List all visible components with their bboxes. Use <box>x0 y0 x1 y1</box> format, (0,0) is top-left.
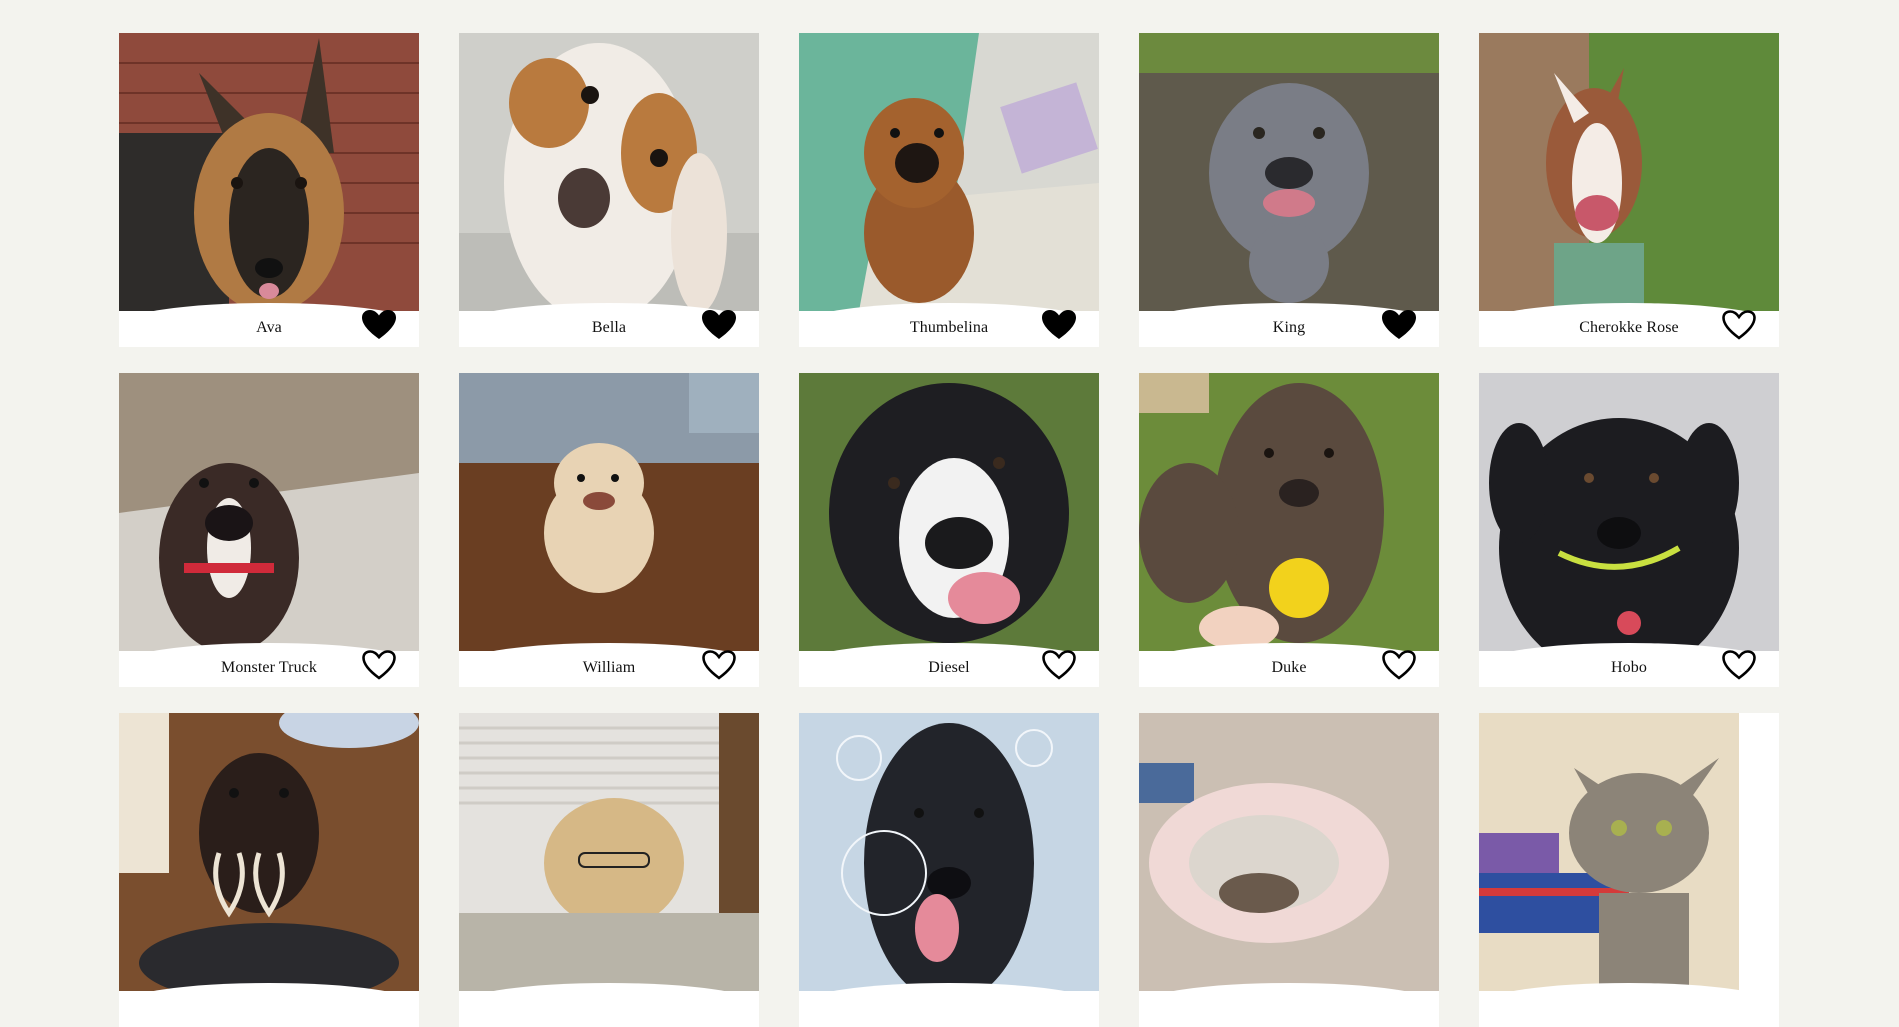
pet-caption: Thumbelina <box>799 303 1099 347</box>
pet-photo-image <box>459 713 759 991</box>
pet-card[interactable] <box>119 713 419 1027</box>
pet-photo-image <box>1479 713 1779 991</box>
pet-photo-image <box>1139 713 1439 991</box>
pet-photo-image <box>459 373 759 651</box>
favorite-heart-icon[interactable] <box>361 309 397 341</box>
favorite-heart-icon[interactable] <box>1381 309 1417 341</box>
pet-card[interactable]: Thumbelina <box>799 33 1099 347</box>
pet-photo-image <box>1479 373 1779 651</box>
pet-photo[interactable] <box>799 33 1099 311</box>
pet-photo[interactable] <box>459 33 759 311</box>
pet-card[interactable]: William <box>459 373 759 687</box>
pet-caption: Hobo <box>1479 643 1779 687</box>
favorite-heart-outline-icon[interactable] <box>1721 309 1757 341</box>
pet-caption: Cherokke Rose <box>1479 303 1779 347</box>
pet-card[interactable]: Cherokke Rose <box>1479 33 1779 347</box>
pet-photo[interactable] <box>799 713 1099 991</box>
pet-caption: Ava <box>119 303 419 347</box>
pet-photo-image <box>119 713 419 991</box>
pet-photo[interactable] <box>1479 33 1779 311</box>
pet-card[interactable] <box>799 713 1099 1027</box>
pet-caption: Duke <box>1139 643 1439 687</box>
pet-caption <box>799 983 1099 1027</box>
pet-grid: Ava Bella Thumbelina King Cherokke Rose … <box>0 0 1899 1027</box>
pet-photo[interactable] <box>1139 373 1439 651</box>
pet-caption <box>1479 983 1779 1027</box>
pet-card[interactable]: Monster Truck <box>119 373 419 687</box>
favorite-heart-outline-icon[interactable] <box>1721 649 1757 681</box>
pet-caption: King <box>1139 303 1439 347</box>
pet-caption <box>119 983 419 1027</box>
pet-photo-image <box>119 33 419 311</box>
pet-photo-image <box>459 33 759 311</box>
pet-caption <box>459 983 759 1027</box>
pet-card[interactable]: Ava <box>119 33 419 347</box>
pet-caption <box>1139 983 1439 1027</box>
favorite-heart-outline-icon[interactable] <box>361 649 397 681</box>
pet-caption: Bella <box>459 303 759 347</box>
pet-photo-image <box>1479 33 1779 311</box>
favorite-heart-outline-icon[interactable] <box>1381 649 1417 681</box>
pet-card[interactable] <box>459 713 759 1027</box>
pet-photo[interactable] <box>459 373 759 651</box>
pet-photo[interactable] <box>799 373 1099 651</box>
pet-card[interactable]: Bella <box>459 33 759 347</box>
pet-caption: Monster Truck <box>119 643 419 687</box>
favorite-heart-icon[interactable] <box>1041 309 1077 341</box>
pet-photo[interactable] <box>1139 33 1439 311</box>
favorite-heart-icon[interactable] <box>701 309 737 341</box>
pet-card[interactable]: Duke <box>1139 373 1439 687</box>
pet-photo-image <box>799 373 1099 651</box>
pet-photo[interactable] <box>1479 373 1779 651</box>
pet-caption: William <box>459 643 759 687</box>
pet-photo[interactable] <box>119 713 419 991</box>
pet-card[interactable]: Diesel <box>799 373 1099 687</box>
pet-photo[interactable] <box>1479 713 1779 991</box>
pet-photo-image <box>799 33 1099 311</box>
pet-card[interactable]: Hobo <box>1479 373 1779 687</box>
pet-photo[interactable] <box>1139 713 1439 991</box>
pet-photo[interactable] <box>119 373 419 651</box>
pet-photo[interactable] <box>459 713 759 991</box>
pet-photo-image <box>799 713 1099 991</box>
favorite-heart-outline-icon[interactable] <box>1041 649 1077 681</box>
pet-photo-image <box>119 373 419 651</box>
pet-photo-image <box>1139 373 1439 651</box>
pet-card[interactable]: King <box>1139 33 1439 347</box>
favorite-heart-outline-icon[interactable] <box>701 649 737 681</box>
pet-photo[interactable] <box>119 33 419 311</box>
pet-caption: Diesel <box>799 643 1099 687</box>
pet-photo-image <box>1139 33 1439 311</box>
pet-card[interactable] <box>1479 713 1779 1027</box>
pet-card[interactable] <box>1139 713 1439 1027</box>
